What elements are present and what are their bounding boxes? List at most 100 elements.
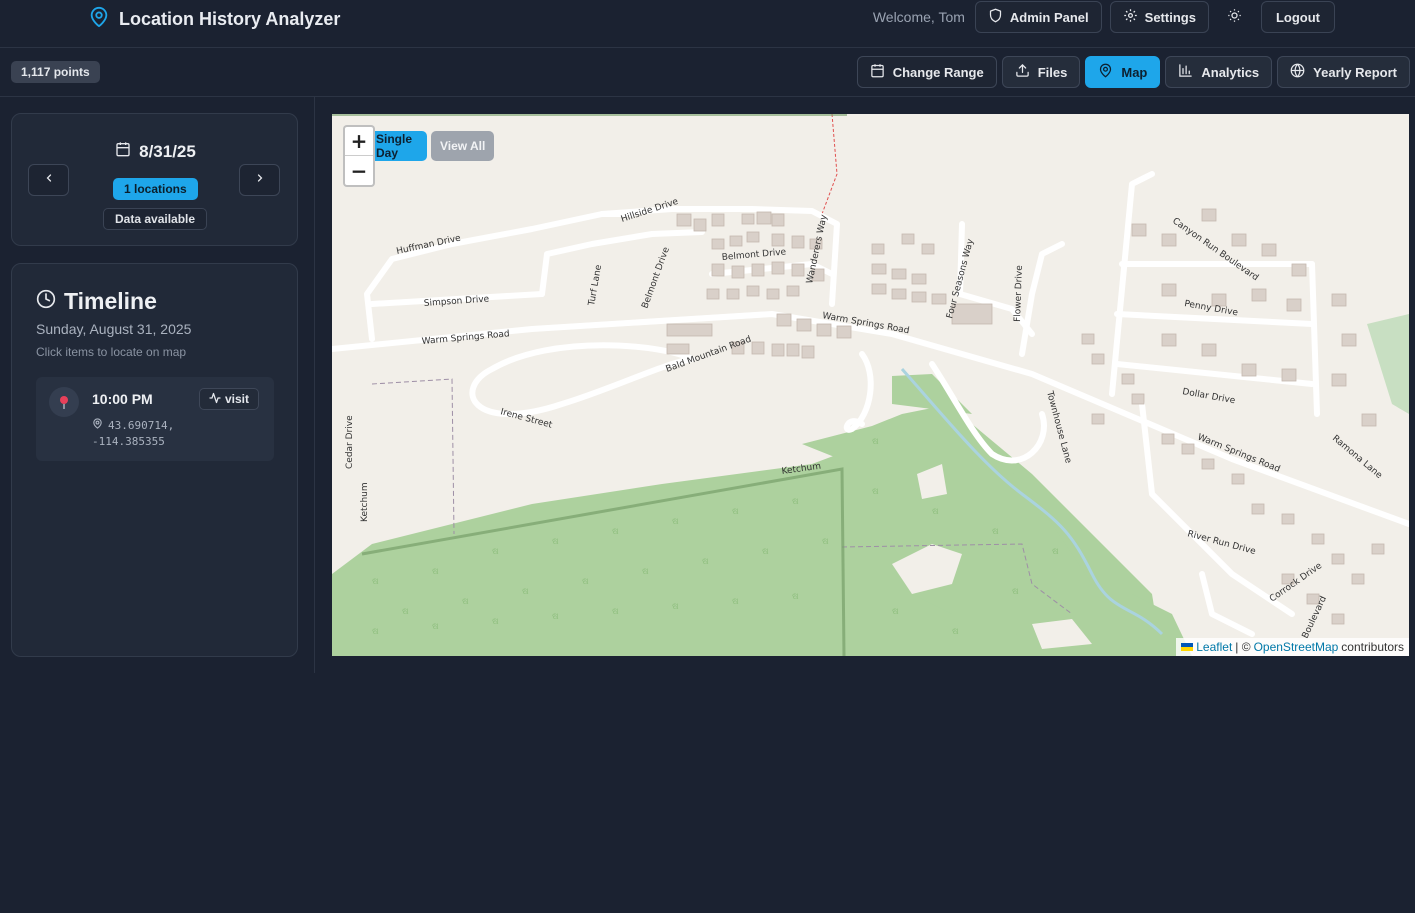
map-pin-logo-icon — [88, 5, 110, 34]
ukraine-flag-icon — [1181, 640, 1194, 654]
files-button[interactable]: Files — [1001, 56, 1081, 88]
sidebar: 8/31/25 1 locations Data available Timel… — [0, 97, 315, 673]
zoom-out-button[interactable]: − — [345, 156, 373, 185]
gear-icon — [1123, 8, 1138, 26]
theme-toggle-button[interactable] — [1217, 1, 1253, 33]
yearly-report-button[interactable]: Yearly Report — [1277, 56, 1410, 88]
leaflet-link[interactable]: Leaflet — [1196, 640, 1232, 654]
svg-text:ଷ: ଷ — [932, 507, 939, 517]
shield-icon — [988, 8, 1003, 26]
svg-text:ଷ: ଷ — [552, 537, 559, 547]
street-label: Townhouse Lane — [1044, 389, 1073, 465]
points-count-badge: 1,117 points — [11, 61, 100, 83]
street-label: Belmont Drive — [640, 245, 672, 310]
svg-text:ଷ: ଷ — [872, 437, 879, 447]
svg-text:ଷ: ଷ — [822, 537, 829, 547]
map-label: Map — [1121, 64, 1148, 80]
app-title: Location History Analyzer — [119, 9, 341, 29]
street-label: Huffman Drive — [396, 233, 463, 256]
street-label: Cedar Drive — [345, 415, 355, 469]
coords-line-1: 43.690714, — [108, 419, 175, 432]
street-label: Warm Springs Road — [421, 329, 510, 347]
files-label: Files — [1037, 64, 1068, 80]
svg-text:ଷ: ଷ — [552, 612, 559, 622]
settings-label: Settings — [1144, 9, 1196, 25]
timeline-date: Sunday, August 31, 2025 — [36, 321, 192, 337]
svg-text:ଷ: ଷ — [462, 597, 469, 607]
date-text: 8/31/25 — [139, 141, 196, 161]
svg-text:ଷ: ଷ — [872, 487, 879, 497]
zoom-in-button[interactable]: + — [345, 127, 373, 156]
svg-text:ଷ: ଷ — [732, 507, 739, 517]
timeline-header: Timeline — [36, 288, 157, 315]
svg-text:ଷ: ଷ — [992, 527, 999, 537]
map-tiles[interactable]: ଷଷଷଷ ଷଷଷଷ ଷଷଷଷ ଷଷଷଷ ଷଷଷଷ ଷଷଷଷ ଷଷଷଷ ଷଷଷଷ … — [332, 114, 1409, 656]
timeline-title: Timeline — [64, 288, 157, 314]
attribution-suffix: contributors — [1341, 640, 1404, 654]
svg-text:ଷ: ଷ — [372, 577, 379, 587]
timeline-item-coords: 43.690714, -114.385355 — [92, 418, 174, 450]
svg-text:ଷ: ଷ — [892, 607, 899, 617]
timeline-panel: Timeline Sunday, August 31, 2025 Click i… — [11, 263, 298, 657]
yearly-report-label: Yearly Report — [1313, 64, 1397, 80]
visit-label: visit — [225, 392, 250, 406]
analytics-label: Analytics — [1201, 64, 1260, 80]
svg-text:ଷ: ଷ — [672, 602, 679, 612]
settings-button[interactable]: Settings — [1109, 1, 1209, 33]
calendar-icon — [115, 141, 131, 162]
svg-text:ଷ: ଷ — [952, 627, 959, 637]
svg-text:ଷ: ଷ — [792, 497, 799, 507]
svg-text:ଷ: ଷ — [432, 622, 439, 632]
chevron-left-icon — [43, 171, 55, 189]
header-actions: Welcome, Tom Admin Panel Settings Logout — [873, 1, 1335, 33]
svg-text:ଷ: ଷ — [612, 527, 619, 537]
change-range-label: Change Range — [892, 64, 984, 80]
street-label: Belmont Drive — [721, 247, 787, 263]
bar-chart-icon — [1178, 63, 1193, 81]
map-attribution: Leaflet | © OpenStreetMap contributors — [1176, 638, 1409, 656]
svg-text:ଷ: ଷ — [672, 517, 679, 527]
svg-text:ଷ: ଷ — [792, 592, 799, 602]
globe-icon — [1290, 63, 1305, 81]
pushpin-icon — [49, 387, 79, 417]
svg-text:ଷ: ଷ — [762, 547, 769, 557]
logout-button[interactable]: Logout — [1260, 1, 1335, 33]
toolbar: 1,117 points Change Range Files Map Anal… — [0, 48, 1415, 97]
analytics-button[interactable]: Analytics — [1165, 56, 1273, 88]
locations-count-badge: 1 locations — [113, 178, 198, 200]
activity-icon — [209, 392, 221, 407]
sun-icon — [1227, 8, 1242, 26]
svg-text:ଷ: ଷ — [1012, 587, 1019, 597]
change-range-button[interactable]: Change Range — [856, 56, 997, 88]
map-pin-small-icon — [92, 418, 103, 434]
coords-line-2: -114.385355 — [92, 435, 165, 448]
calendar-icon — [870, 63, 885, 81]
map-view[interactable]: ଷଷଷଷ ଷଷଷଷ ଷଷଷଷ ଷଷଷଷ ଷଷଷଷ ଷଷଷଷ ଷଷଷଷ ଷଷଷଷ … — [332, 114, 1409, 656]
svg-text:ଷ: ଷ — [642, 567, 649, 577]
clock-icon — [36, 289, 56, 314]
admin-panel-button[interactable]: Admin Panel — [974, 1, 1102, 33]
svg-text:ଷ: ଷ — [1052, 547, 1059, 557]
svg-text:ଷ: ଷ — [492, 547, 499, 557]
timeline-item-time: 10:00 PM — [92, 391, 153, 407]
svg-text:ଷ: ଷ — [432, 567, 439, 577]
osm-link[interactable]: OpenStreetMap — [1254, 640, 1339, 654]
timeline-item[interactable]: 10:00 PM visit 43.690714, -114.385355 — [36, 377, 274, 461]
view-all-button[interactable]: View All — [431, 131, 495, 161]
view-buttons: Change Range Files Map Analytics Yearly … — [856, 56, 1410, 88]
zoom-control: + − — [343, 125, 375, 187]
visit-badge: visit — [199, 388, 260, 410]
previous-day-button[interactable] — [28, 164, 69, 196]
logout-label: Logout — [1275, 9, 1320, 25]
timeline-hint: Click items to locate on map — [36, 345, 187, 359]
upload-icon — [1015, 63, 1030, 81]
date-navigator: 8/31/25 1 locations Data available — [11, 113, 298, 246]
svg-text:ଷ: ଷ — [582, 577, 589, 587]
svg-text:ଷ: ଷ — [522, 587, 529, 597]
street-label: Dollar Drive — [1181, 387, 1236, 406]
svg-text:ଷ: ଷ — [702, 557, 709, 567]
street-label: Ramona Lane — [1330, 434, 1384, 482]
next-day-button[interactable] — [239, 164, 280, 196]
map-button[interactable]: Map — [1085, 56, 1161, 88]
street-label: Simpson Drive — [424, 294, 490, 309]
